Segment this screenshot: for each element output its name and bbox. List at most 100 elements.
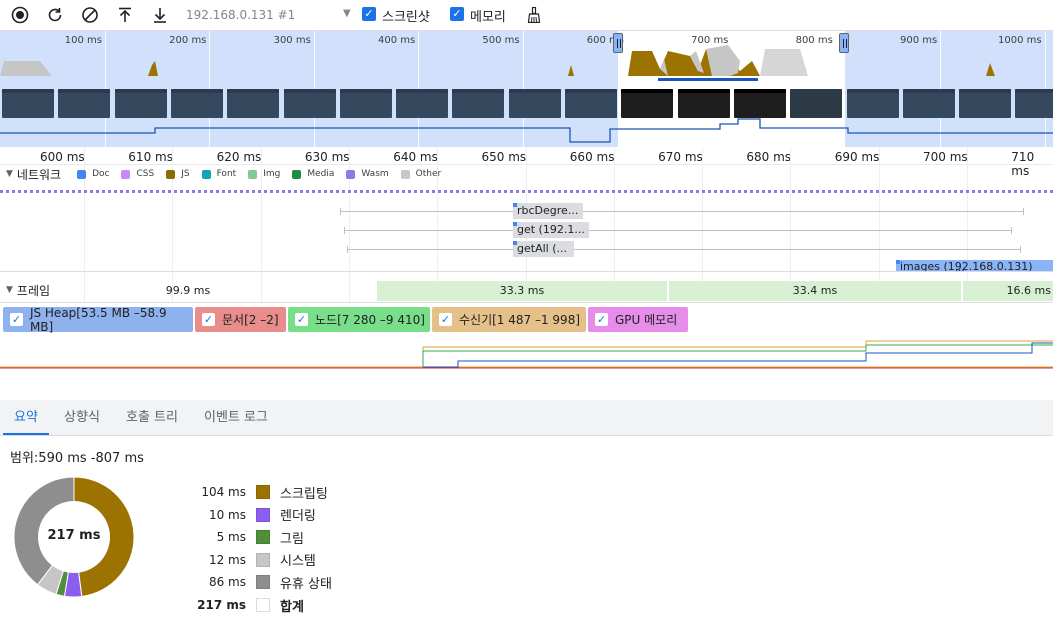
screenshot-thumbnail[interactable] (396, 89, 449, 118)
network-request[interactable]: getAll (... (513, 241, 574, 257)
toolbar: 192.168.0.131 #1 ▼ ✓ 스크린샷 ✓ 메모리 (0, 0, 1053, 31)
tab-summary[interactable]: 요약 (3, 400, 49, 435)
memory-counter-label: 수신기[1 487 –1 998] (459, 313, 581, 327)
frame-bar[interactable]: 33.4 ms (669, 281, 961, 301)
screenshot-thumbnail[interactable] (902, 89, 955, 118)
frame-bar[interactable]: 16.6 ms (963, 281, 1053, 301)
legend-label: Img (263, 169, 281, 179)
expand-triangle-icon[interactable]: ▼ (6, 169, 13, 179)
screenshot-thumbnail[interactable] (677, 89, 730, 118)
broom-icon (527, 7, 541, 23)
network-request[interactable]: rbcDegre... (513, 203, 583, 219)
memory-counter-checkbox[interactable]: ✓ (439, 313, 452, 326)
legend-item: Media (292, 169, 334, 179)
memory-counter-label: JS Heap[53.5 MB –58.9 MB] (29, 305, 167, 334)
clear-icon (82, 7, 98, 23)
summary-row: 10 ms 렌더링 (180, 504, 316, 526)
time-ruler: 600 ms 610 ms 620 ms 630 ms 640 ms 650 ms 660 … (0, 147, 1053, 178)
summary-category: 시스템 (280, 554, 316, 570)
screenshot-thumbnail[interactable] (2, 89, 54, 118)
screenshot-thumbnail[interactable] (565, 89, 617, 118)
ruler-tick-label: 630 ms (304, 150, 350, 164)
summary-category: 합계 (280, 599, 304, 615)
memory-counter-toggle[interactable]: ✓ 수신기[1 487 –1 998] (432, 307, 586, 332)
ruler-tick-label: 700 ms (923, 150, 968, 164)
summary-swatch (256, 507, 270, 522)
summary-category: 스크립팅 (280, 486, 328, 502)
summary-swatch (256, 530, 270, 545)
memory-counter-checkbox[interactable]: ✓ (595, 313, 608, 326)
legend-item: Img (248, 169, 280, 179)
network-request[interactable]: get (192.1... (513, 222, 589, 238)
screenshot-thumbnail[interactable] (733, 89, 786, 118)
summary-duration: 104 ms (201, 485, 246, 499)
memory-counter-label: GPU 메모리 (615, 313, 678, 327)
memory-counter-toggle[interactable]: ✓ JS Heap[53.5 MB –58.9 MB] (3, 305, 193, 334)
screenshot-thumbnail[interactable] (58, 89, 111, 118)
reload-record-button[interactable] (44, 4, 66, 26)
screenshots-checkbox[interactable]: ✓ (362, 7, 376, 21)
network-track-header[interactable]: ▼ 네트워크 Doc CSS JS Font Img Media Wasm Other (0, 164, 1053, 184)
overview-left-handle[interactable] (613, 33, 623, 53)
upload-profile-button[interactable] (114, 4, 136, 26)
screenshot-thumbnail[interactable] (114, 89, 167, 118)
network-divider (0, 190, 1053, 193)
summary-duration: 5 ms (216, 530, 246, 545)
recording-target-label: 192.168.0.131 #1 (186, 8, 296, 22)
screenshot-thumbnail[interactable] (508, 89, 561, 118)
legend-item: Other (400, 169, 442, 179)
memory-counter-toggle[interactable]: ✓ 노드[7 280 –9 410] (288, 307, 430, 332)
memory-counter-toggle[interactable]: ✓ 문서[2 –2] (195, 307, 286, 332)
screenshot-thumbnail[interactable] (452, 89, 505, 118)
screenshot-thumbnail[interactable] (959, 89, 1012, 118)
memory-counter-checkbox[interactable]: ✓ (295, 313, 308, 326)
screenshot-thumbnail[interactable] (846, 89, 899, 118)
summary-category: 유휴 상태 (280, 576, 332, 592)
memory-counter-toggle[interactable]: ✓ GPU 메모리 (588, 307, 688, 332)
timeline-overview[interactable]: 100 ms 200 ms 300 ms 400 ms 500 ms 600 ms 700 … (0, 31, 1053, 147)
frame-bar[interactable]: 33.3 ms (377, 281, 667, 301)
network-request[interactable]: images (192.168.0.131) (896, 260, 1053, 271)
legend-swatch (248, 169, 258, 179)
download-profile-button[interactable] (149, 4, 171, 26)
network-request-line (344, 227, 1012, 234)
download-icon (154, 8, 166, 23)
screenshot-thumbnail[interactable] (227, 89, 280, 118)
memory-label[interactable]: 메모리 (470, 6, 506, 25)
legend-swatch (201, 169, 211, 179)
memory-checkbox[interactable]: ✓ (450, 7, 464, 21)
tab-bottom-up[interactable]: 상향식 (54, 400, 110, 435)
summary-category: 렌더링 (280, 509, 316, 525)
legend-label: Font (216, 169, 237, 179)
record-button[interactable] (9, 4, 31, 26)
overview-right-handle[interactable] (839, 33, 849, 53)
network-title: 네트워크 (16, 167, 62, 182)
screenshot-thumbnail[interactable] (170, 89, 223, 118)
screenshot-thumbnail[interactable] (1015, 89, 1053, 118)
tab-event-log[interactable]: 이벤트 로그 (194, 400, 278, 435)
memory-counter-graph (0, 340, 1053, 369)
legend-swatch (166, 169, 176, 179)
summary-category: 그림 (280, 531, 304, 547)
memory-counter-label: 노드[7 280 –9 410] (315, 313, 425, 327)
frame-bar[interactable]: 99.9 ms (0, 281, 376, 301)
record-icon (11, 6, 29, 24)
legend-item: CSS (121, 169, 154, 179)
memory-counter-checkbox[interactable]: ✓ (202, 313, 215, 326)
legend-label: Other (415, 169, 442, 179)
memory-counter-checkbox[interactable]: ✓ (10, 313, 23, 326)
reload-icon (48, 8, 62, 22)
summary-duration: 217 ms (197, 598, 246, 612)
screenshot-thumbnail[interactable] (790, 89, 843, 118)
legend-label: JS (181, 169, 190, 179)
screenshots-label[interactable]: 스크린샷 (382, 6, 430, 25)
chevron-down-icon[interactable]: ▼ (343, 8, 351, 19)
legend-label: Doc (92, 169, 110, 179)
clear-button[interactable] (79, 4, 101, 26)
summary-duration: 86 ms (208, 575, 246, 590)
screenshot-thumbnail[interactable] (283, 89, 336, 118)
screenshot-thumbnail[interactable] (339, 89, 392, 118)
garbage-collect-button[interactable] (524, 4, 544, 26)
tab-call-tree[interactable]: 호출 트리 (116, 400, 188, 435)
screenshot-thumbnail[interactable] (621, 89, 674, 118)
